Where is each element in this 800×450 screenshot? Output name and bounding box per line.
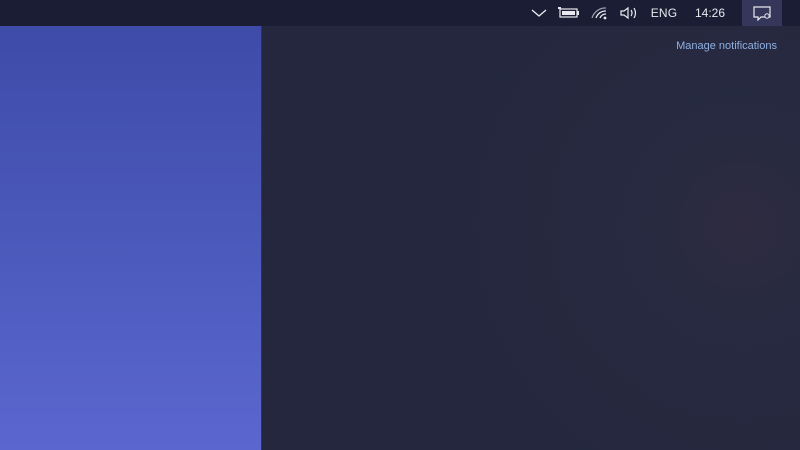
volume-icon (619, 6, 639, 20)
chevron-up-icon (531, 8, 547, 18)
wifi-icon (590, 6, 608, 20)
volume-button[interactable] (614, 0, 644, 26)
desktop-screen: ENG 14:26 Manage notifications (0, 0, 800, 450)
battery-button[interactable] (554, 0, 584, 26)
system-tray: ENG 14:26 (524, 0, 800, 26)
desktop-wallpaper (0, 26, 261, 450)
notification-panel: Manage notifications (261, 26, 800, 450)
manage-notifications-link[interactable]: Manage notifications (676, 40, 777, 52)
notification-icon (752, 5, 772, 21)
action-center-button[interactable] (742, 0, 782, 26)
clock[interactable]: 14:26 (684, 0, 736, 26)
language-label: ENG (650, 6, 678, 20)
network-button[interactable] (584, 0, 614, 26)
show-hidden-icons-button[interactable] (524, 0, 554, 26)
language-indicator[interactable]: ENG (644, 0, 684, 26)
clock-time: 14:26 (694, 6, 726, 20)
taskbar: ENG 14:26 (0, 0, 800, 26)
battery-icon (558, 7, 580, 19)
